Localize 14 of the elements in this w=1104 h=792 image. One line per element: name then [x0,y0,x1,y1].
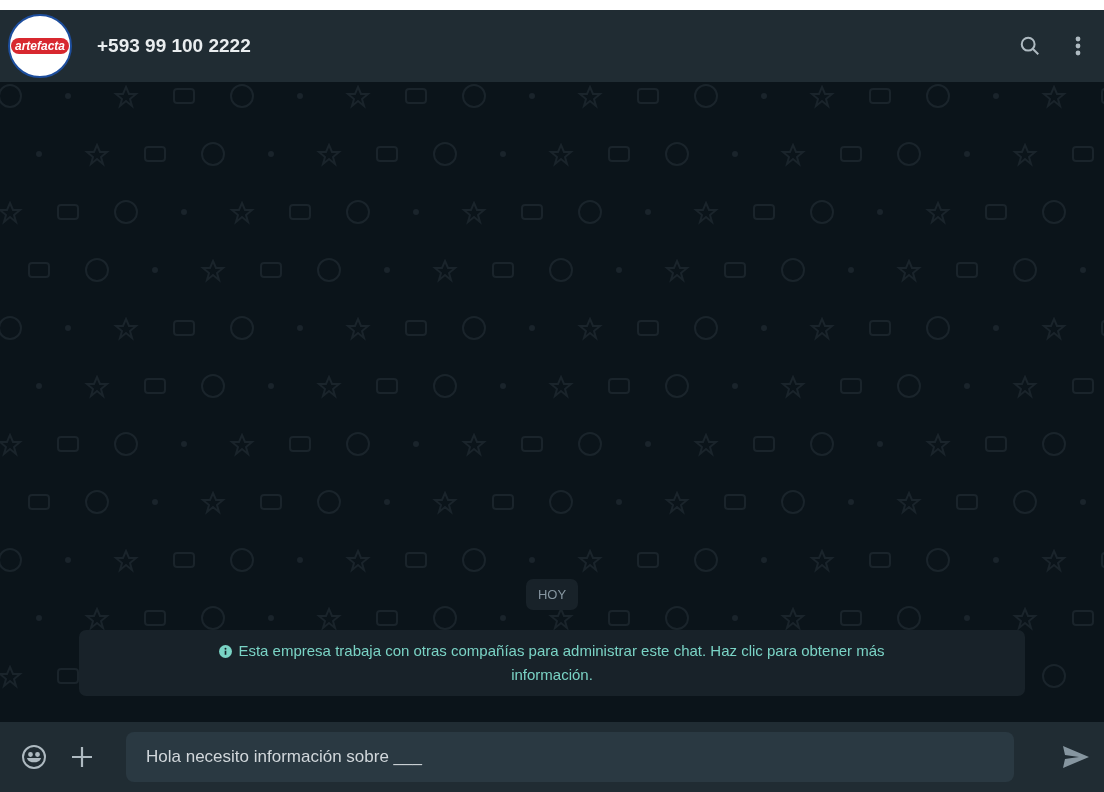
smiley-icon [21,744,47,770]
contact-title[interactable]: +593 99 100 2222 [97,31,251,61]
more-icon [1075,35,1081,57]
notice-text: Esta empresa trabaja con otras compañías para administrar este chat. Haz clic para obtener más información. [238,642,885,683]
message-field[interactable]: Hola necesito información sobre ___ [126,732,1014,782]
date-badge: HOY [525,578,579,610]
search-icon [1019,35,1041,57]
info-notice[interactable]: Esta empresa trabaja con otras compañías para administrar este chat. Haz clic para obtener más información. [79,630,1025,696]
emoji-button[interactable] [20,743,48,771]
logo-text: artefacta [11,38,69,54]
plus-icon [71,746,93,768]
info-icon [219,645,233,658]
send-icon [1062,745,1090,769]
avatar[interactable]: artefacta [8,14,72,78]
